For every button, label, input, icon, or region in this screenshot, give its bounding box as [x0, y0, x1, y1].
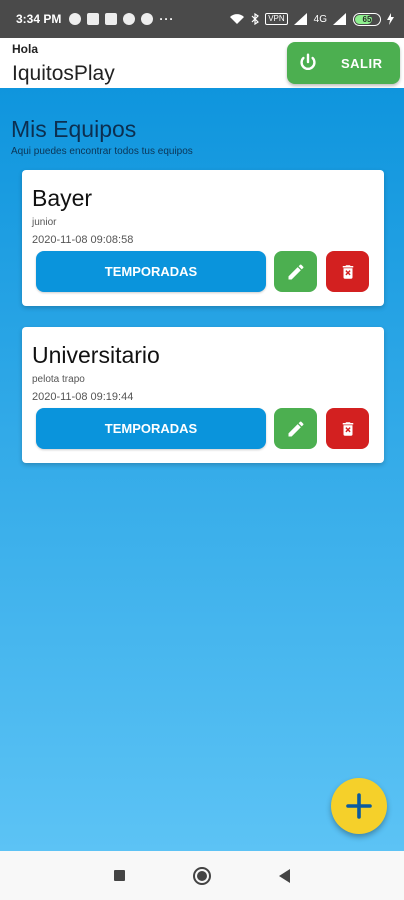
plus-icon: [346, 793, 372, 819]
seasons-button[interactable]: TEMPORADAS: [36, 408, 266, 449]
system-icons: VPN 4G 65: [229, 12, 394, 26]
status-time: 3:34 PM: [16, 12, 62, 26]
team-date: 2020-11-08 09:19:44: [32, 391, 134, 403]
edit-team-button[interactable]: [274, 251, 317, 292]
logout-label: SALIR: [341, 55, 383, 71]
wifi-icon: [230, 14, 245, 24]
app-header: Hola IquitosPlay SALIR: [0, 38, 404, 88]
add-team-button[interactable]: [331, 778, 387, 834]
system-nav-bar: [0, 851, 404, 900]
app-notification-icon: [87, 13, 100, 25]
team-date: 2020-11-08 09:08:58: [32, 234, 134, 246]
home-icon[interactable]: [193, 866, 211, 885]
delete-team-button[interactable]: [326, 251, 369, 292]
edit-team-button[interactable]: [274, 408, 317, 449]
app-name: IquitosPlay: [12, 62, 115, 85]
signal-icon: [293, 13, 307, 25]
recents-icon[interactable]: [114, 870, 125, 881]
bluetooth-icon: [251, 13, 260, 25]
settings-icon: [69, 13, 82, 25]
back-icon[interactable]: [279, 868, 290, 883]
page-title: Mis Equipos: [11, 116, 137, 142]
page-subtitle: Aqui puedes encontrar todos tus equipos: [11, 146, 193, 157]
trash-icon: [342, 421, 353, 436]
team-name: Universitario: [32, 342, 160, 368]
battery-level: 65: [362, 14, 372, 24]
greeting: Hola: [12, 42, 39, 56]
more-notifications-icon: ···: [159, 12, 175, 26]
delete-team-button[interactable]: [326, 408, 369, 449]
team-card: Universitario pelota trapo 2020-11-08 09…: [22, 327, 384, 463]
seasons-button[interactable]: TEMPORADAS: [36, 251, 266, 292]
twitter-icon: [141, 13, 154, 25]
message-icon: [105, 13, 118, 25]
trash-icon: [342, 264, 353, 279]
team-category: junior: [32, 217, 57, 228]
team-name: Bayer: [32, 185, 93, 211]
team-card: Bayer junior 2020-11-08 09:08:58 TEMPORA…: [22, 170, 384, 306]
team-category: pelota trapo: [32, 374, 85, 385]
pencil-icon: [288, 263, 303, 279]
battery-icon: 65: [353, 12, 381, 26]
facebook-icon: [123, 13, 136, 25]
charging-icon: [387, 13, 394, 25]
vpn-icon: VPN: [265, 13, 288, 25]
signal-icon-2: [333, 13, 346, 25]
pencil-icon: [288, 420, 303, 436]
power-icon: [300, 53, 316, 70]
network-type: 4G: [313, 13, 327, 25]
logout-button[interactable]: SALIR: [287, 42, 400, 84]
main-content: Mis Equipos Aqui puedes encontrar todos …: [0, 88, 404, 851]
status-bar: 3:34 PM ··· VPN 4G 65: [0, 0, 404, 38]
notification-icons: ···: [69, 12, 174, 26]
